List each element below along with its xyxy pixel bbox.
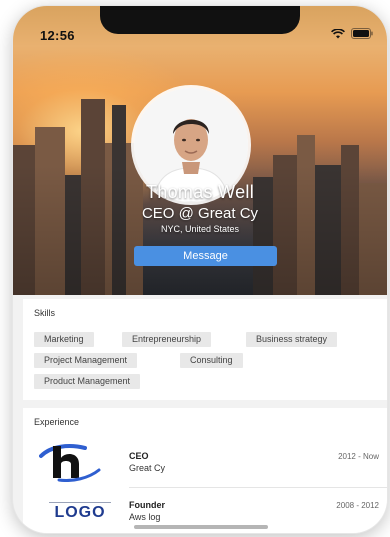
experience-role: Founder	[129, 500, 165, 510]
skill-chip[interactable]: Entrepreneurship	[122, 332, 212, 347]
wifi-icon	[331, 28, 345, 38]
experience-heading: Experience	[34, 417, 80, 427]
experience-company: Aws log	[129, 512, 161, 522]
phone-frame: 12:56 Thomas Well CEO @ Great Cy NYC, Un…	[13, 6, 387, 533]
skills-heading: Skills	[34, 308, 56, 318]
logo-wordmark-icon: LOGO	[45, 502, 115, 521]
home-indicator	[134, 525, 268, 529]
status-time: 12:56	[40, 28, 75, 43]
experience-card: Experience CEO Great Cy 2012 - Now LOGO …	[23, 408, 387, 533]
skill-chip[interactable]: Consulting	[180, 353, 243, 368]
message-button[interactable]: Message	[134, 246, 277, 266]
profile-location: NYC, United States	[160, 224, 240, 234]
h-logo-icon	[39, 444, 101, 482]
cover-image: 12:56 Thomas Well CEO @ Great Cy NYC, Un…	[13, 6, 387, 295]
experience-role: CEO	[129, 451, 149, 461]
skill-chip[interactable]: Project Management	[34, 353, 138, 368]
status-icons	[331, 28, 373, 39]
experience-years: 2012 - Now	[338, 452, 379, 461]
experience-years: 2008 - 2012	[336, 501, 379, 510]
skills-card: Skills Marketing Entrepreneurship Busine…	[23, 299, 387, 400]
experience-item[interactable]: CEO Great Cy 2012 - Now	[23, 436, 387, 488]
battery-icon	[351, 28, 373, 39]
profile-name: Thomas Well	[146, 182, 254, 202]
profile-title: CEO @ Great Cy	[141, 205, 259, 222]
skill-chip[interactable]: Product Management	[34, 374, 141, 389]
skill-chip[interactable]: Marketing	[34, 332, 94, 347]
experience-company: Great Cy	[129, 463, 166, 473]
skill-chip[interactable]: Business strategy	[246, 332, 338, 347]
device-notch	[100, 6, 300, 34]
divider	[129, 487, 387, 488]
